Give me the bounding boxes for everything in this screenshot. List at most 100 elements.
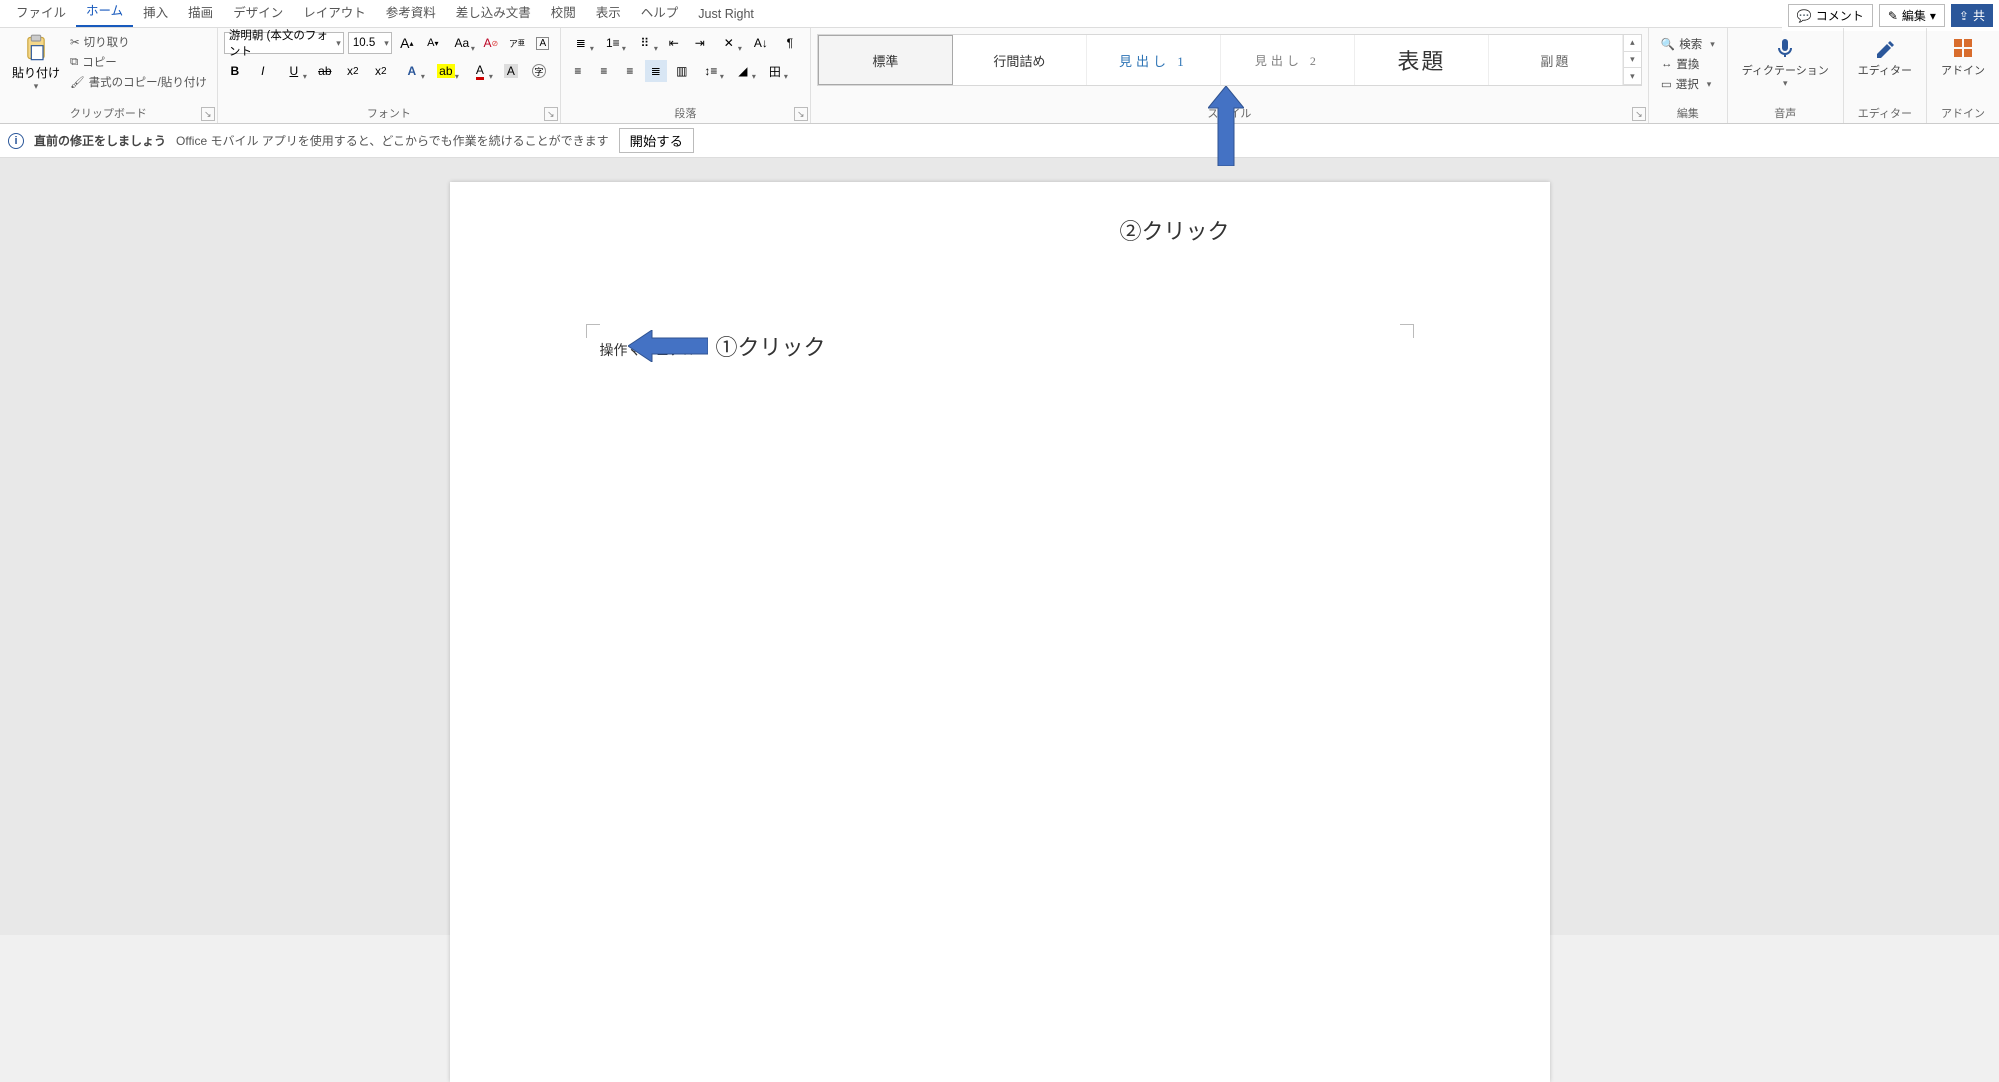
- line-spacing-button[interactable]: ↕≡▾: [697, 60, 725, 82]
- editing-mode-label: 編集: [1902, 7, 1926, 24]
- chevron-down-icon: ▾: [720, 72, 724, 81]
- tab-help[interactable]: ヘルプ: [631, 0, 689, 27]
- asian-layout-button[interactable]: ✕▾: [715, 32, 743, 54]
- group-label-voice: 音声: [1734, 103, 1837, 121]
- superscript-button[interactable]: x2: [370, 60, 392, 82]
- chevron-down-icon: ▾: [1930, 9, 1936, 23]
- editing-mode-button[interactable]: ✎ 編集 ▾: [1879, 4, 1945, 27]
- multilevel-list-button[interactable]: ⠿▾: [631, 32, 659, 54]
- cut-button[interactable]: ✂ 切り取り: [70, 34, 207, 50]
- char-shading-button[interactable]: A: [500, 60, 522, 82]
- decrease-indent-button[interactable]: ⇤: [663, 32, 685, 54]
- paragraph-launcher[interactable]: ↘: [794, 107, 808, 121]
- shrink-font-button[interactable]: A▾: [422, 32, 444, 54]
- gallery-down-button[interactable]: ▾: [1624, 52, 1641, 69]
- strikethrough-button[interactable]: ab: [314, 60, 336, 82]
- enclose-char-button[interactable]: A: [532, 32, 554, 54]
- margin-corner-tl: [586, 324, 600, 338]
- style-normal[interactable]: 標準: [818, 35, 953, 85]
- highlight-button[interactable]: ab▾: [432, 60, 460, 82]
- gallery-up-button[interactable]: ▴: [1624, 35, 1641, 52]
- message-bar-start-button[interactable]: 開始する: [619, 128, 694, 153]
- format-painter-button[interactable]: 🖌 書式のコピー/貼り付け: [70, 74, 207, 90]
- change-case-button[interactable]: Aa▾: [448, 32, 476, 54]
- tab-review[interactable]: 校閲: [541, 0, 586, 27]
- align-center-button[interactable]: ≡: [593, 60, 615, 82]
- copy-button[interactable]: ⧉ コピー: [70, 54, 207, 70]
- addins-label: アドイン: [1941, 62, 1985, 78]
- text-effects-button[interactable]: A▾: [398, 60, 426, 82]
- tab-justright[interactable]: Just Right: [688, 3, 764, 27]
- tab-design[interactable]: デザイン: [223, 0, 293, 27]
- style-heading2[interactable]: 見出し 2: [1221, 35, 1355, 85]
- group-label-clipboard: クリップボード: [6, 103, 211, 121]
- font-name-value: 游明朝 (本文のフォント: [229, 27, 339, 59]
- document-canvas[interactable]: 操作マニュアル↵ ②クリック ①クリック: [0, 158, 1999, 935]
- scissors-icon: ✂: [70, 35, 80, 49]
- font-launcher[interactable]: ↘: [544, 107, 558, 121]
- page[interactable]: 操作マニュアル↵ ②クリック ①クリック: [450, 182, 1550, 1082]
- subscript-button[interactable]: x2: [342, 60, 364, 82]
- annotation-click2: ②クリック: [1120, 214, 1230, 246]
- title-bar-right: 💬 コメント ✎ 編集 ▾ ⇪ 共: [1782, 0, 1999, 31]
- editor-icon: [1873, 36, 1897, 60]
- bold-button[interactable]: B: [224, 60, 246, 82]
- phonetic-guide-button[interactable]: ア亜: [506, 32, 528, 54]
- style-title[interactable]: 表題: [1355, 35, 1489, 85]
- comments-label: コメント: [1816, 7, 1864, 24]
- annotation-arrow-up: [1208, 86, 1244, 169]
- distributed-button[interactable]: ▥: [671, 60, 693, 82]
- align-right-button[interactable]: ≡: [619, 60, 641, 82]
- tab-insert[interactable]: 挿入: [133, 0, 178, 27]
- replace-button[interactable]: ↔ 置換: [1661, 56, 1715, 72]
- numbered-list-icon: 1≡: [606, 36, 620, 50]
- numbered-list-button[interactable]: 1≡▾: [599, 32, 627, 54]
- clipboard-launcher[interactable]: ↘: [201, 107, 215, 121]
- clipboard-paste-icon: [22, 34, 50, 62]
- tab-references[interactable]: 参考資料: [376, 0, 446, 27]
- font-color-button[interactable]: A▾: [466, 60, 494, 82]
- enclose-combine-button[interactable]: 字: [528, 60, 550, 82]
- chevron-down-icon: ▾: [590, 44, 594, 53]
- align-justify-icon: ≣: [651, 64, 661, 78]
- microphone-icon: [1773, 36, 1797, 60]
- style-no-spacing[interactable]: 行間詰め: [953, 35, 1087, 85]
- gallery-more-button[interactable]: ▾: [1624, 68, 1641, 85]
- sort-button[interactable]: A↓: [747, 32, 775, 54]
- tab-home[interactable]: ホーム: [76, 0, 133, 27]
- paste-button[interactable]: 貼り付け ▾: [6, 32, 66, 94]
- dictate-button[interactable]: ディクテーション ▾: [1734, 32, 1837, 93]
- share-button[interactable]: ⇪ 共: [1951, 4, 1993, 27]
- align-justify-button[interactable]: ≣: [645, 60, 667, 82]
- underline-button[interactable]: U▾: [280, 60, 308, 82]
- arrow-left-icon: [628, 330, 708, 362]
- addins-button[interactable]: アドイン: [1933, 32, 1993, 82]
- styles-launcher[interactable]: ↘: [1632, 107, 1646, 121]
- tab-draw[interactable]: 描画: [178, 0, 223, 27]
- chevron-down-icon: ▾: [738, 44, 742, 53]
- find-button[interactable]: 🔍 検索 ▾: [1661, 36, 1715, 52]
- font-name-combo[interactable]: 游明朝 (本文のフォント ▾: [224, 32, 344, 54]
- select-button[interactable]: ▭ 選択 ▾: [1661, 76, 1715, 92]
- italic-button[interactable]: I: [252, 60, 274, 82]
- bullet-list-button[interactable]: ≣▾: [567, 32, 595, 54]
- borders-button[interactable]: 田▾: [761, 60, 789, 82]
- tab-file[interactable]: ファイル: [6, 0, 76, 27]
- style-heading1[interactable]: 見出し 1: [1087, 35, 1221, 85]
- show-marks-button[interactable]: ¶: [779, 32, 801, 54]
- grow-font-button[interactable]: A▴: [396, 32, 418, 54]
- style-subtitle[interactable]: 副題: [1489, 35, 1623, 85]
- tab-view[interactable]: 表示: [586, 0, 631, 27]
- font-size-combo[interactable]: 10.5 ▾: [348, 32, 392, 54]
- shading-button[interactable]: ◢▾: [729, 60, 757, 82]
- clear-format-button[interactable]: A⊘: [480, 32, 502, 54]
- tab-mailings[interactable]: 差し込み文書: [446, 0, 541, 27]
- group-addins: アドイン アドイン: [1927, 28, 1999, 123]
- tab-layout[interactable]: レイアウト: [293, 0, 376, 27]
- group-label-font: フォント: [224, 103, 554, 121]
- editor-button[interactable]: エディター: [1850, 32, 1920, 82]
- align-left-button[interactable]: ≡: [567, 60, 589, 82]
- comments-button[interactable]: 💬 コメント: [1788, 4, 1873, 27]
- increase-indent-button[interactable]: ⇥: [689, 32, 711, 54]
- paintbrush-icon: 🖌: [70, 75, 85, 89]
